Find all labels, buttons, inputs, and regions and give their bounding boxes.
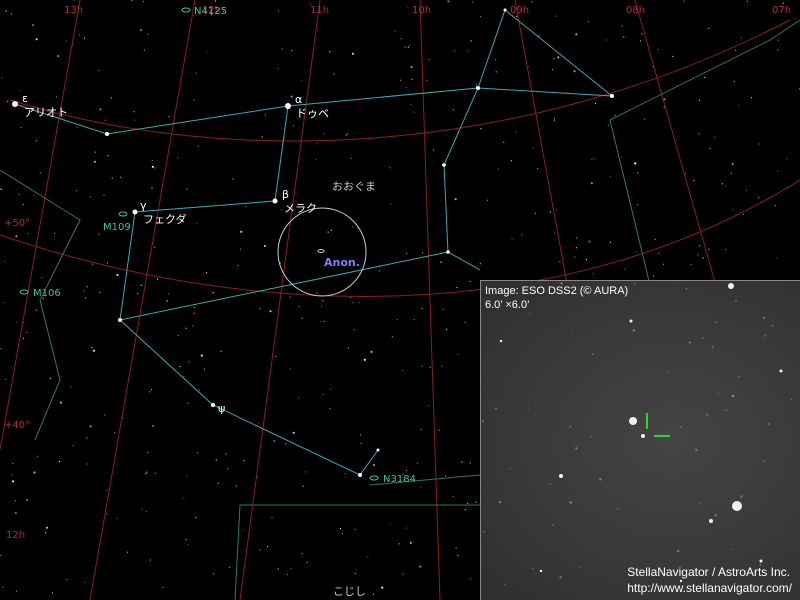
target-galaxy-icon[interactable]	[317, 249, 325, 253]
galaxy-label-n3184[interactable]: N3184	[383, 474, 416, 485]
galaxy-icon-m109[interactable]	[118, 211, 128, 217]
credit-url[interactable]: http://www.stellanavigator.com/	[627, 580, 792, 596]
ra-label-07h: 07h	[772, 5, 791, 16]
image-source: Image: ESO DSS2 (© AURA)	[485, 285, 629, 297]
image-header: Image: ESO DSS2 (© AURA) 6.0’ ×6.0’	[485, 284, 628, 312]
dss-image-inset: Image: ESO DSS2 (© AURA) 6.0’ ×6.0’ Stel…	[480, 280, 800, 600]
star-chart[interactable]: 13h 12h 11h 10h 09h 08h 07h +50° +40° 12…	[0, 0, 800, 600]
ra-label-11h: 11h	[310, 5, 329, 16]
dec-label-40: +40°	[4, 420, 30, 431]
merak-name[interactable]: メラク	[284, 202, 317, 215]
merak-greek: β	[282, 188, 289, 201]
dubhe-greek: α	[295, 93, 302, 106]
target-label[interactable]: Anon.	[324, 256, 360, 269]
dec-label-50: +50°	[4, 218, 30, 229]
galaxy-icon-n4125[interactable]	[181, 7, 191, 13]
alioth-greek: ε	[22, 92, 28, 105]
constellation-uma[interactable]: おおぐま	[332, 180, 376, 193]
dubhe-name[interactable]: ドゥベ	[296, 107, 329, 120]
dss-image	[481, 282, 793, 586]
phecda-greek: γ	[140, 199, 147, 212]
alioth-name[interactable]: アリオト	[24, 106, 68, 119]
galaxy-label-n4125[interactable]: N4125	[194, 6, 227, 17]
ra-label-13h: 13h	[64, 5, 83, 16]
galaxy-icon-m106[interactable]	[19, 289, 29, 295]
galaxy-icon-n3184[interactable]	[369, 475, 379, 481]
image-field-size: 6.0’ ×6.0’	[485, 299, 530, 311]
phecda-name[interactable]: フェクダ	[143, 212, 187, 226]
ra-label-bottom: 12h	[6, 530, 25, 541]
credit-name: StellaNavigator / AstroArts Inc.	[627, 565, 790, 579]
ra-label-09h: 09h	[510, 5, 529, 16]
galaxy-icons	[19, 7, 379, 481]
credit: StellaNavigator / AstroArts Inc. http://…	[627, 564, 792, 596]
galaxy-label-m106[interactable]: M106	[33, 288, 61, 299]
ra-label-10h: 10h	[412, 5, 431, 16]
ra-label-08h: 08h	[626, 5, 645, 16]
constellation-names: おおぐま こじし	[332, 180, 376, 598]
constellation-lmi[interactable]: こじし	[333, 585, 366, 598]
psi-greek: ψ	[218, 402, 225, 415]
galaxy-label-m109[interactable]: M109	[103, 222, 131, 233]
